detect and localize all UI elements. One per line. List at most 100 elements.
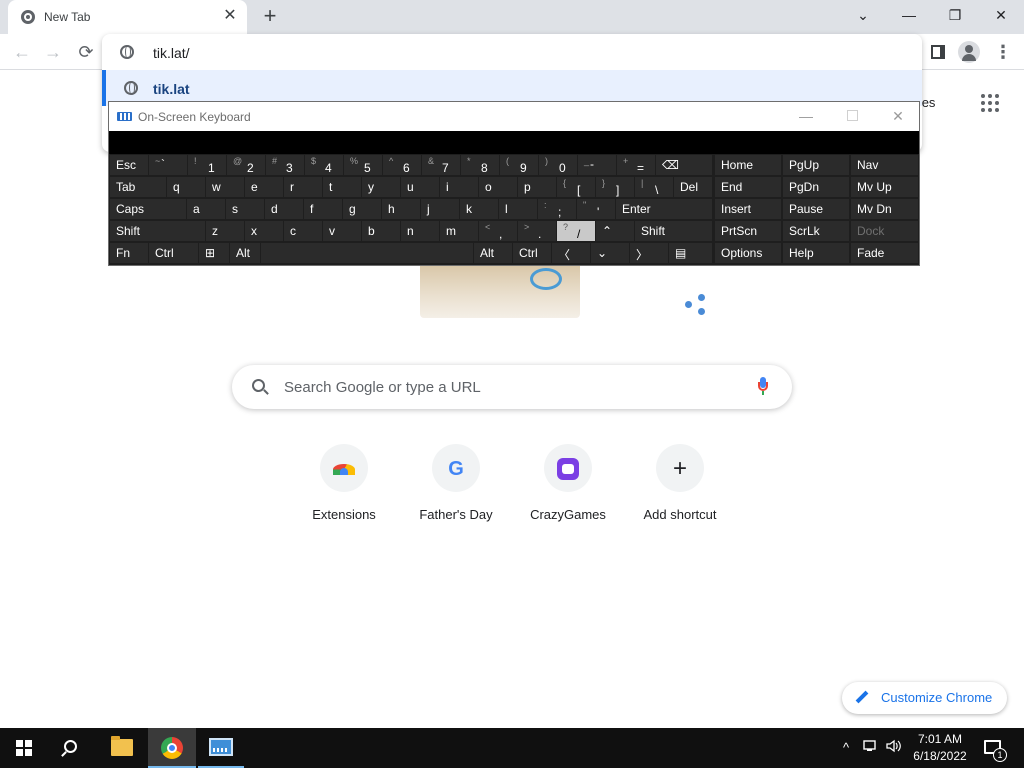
osk-key[interactable]: r — [284, 177, 322, 197]
tab-new-tab[interactable]: New Tab ✕ — [8, 0, 247, 34]
shortcut-fathers-day[interactable]: G Father's Day — [400, 444, 512, 534]
osk-key[interactable]: % 5 — [344, 155, 382, 175]
osk-side-key[interactable]: Help — [783, 243, 849, 263]
osk-side-key[interactable]: Mv Dn — [851, 199, 918, 219]
osk-key[interactable]: Ctrl — [513, 243, 551, 263]
osk-key[interactable]: + = — [617, 155, 655, 175]
osk-key[interactable]: Ctrl — [149, 243, 198, 263]
osk-side-key[interactable]: PgUp — [783, 155, 849, 175]
osk-side-key[interactable]: Options — [715, 243, 781, 263]
back-button[interactable]: ← — [9, 40, 35, 64]
osk-key[interactable]: ⌫ — [656, 155, 712, 175]
osk-key[interactable]: g — [343, 199, 381, 219]
osk-key[interactable]: }] — [596, 177, 634, 197]
osk-key[interactable]: u — [401, 177, 439, 197]
google-doodle[interactable] — [330, 262, 710, 322]
osk-key[interactable]: k — [460, 199, 498, 219]
osk-key[interactable]: m — [440, 221, 478, 241]
minimize-button[interactable]: — — [886, 0, 932, 30]
new-tab-button[interactable]: + — [259, 5, 281, 27]
osk-side-key[interactable]: End — [715, 177, 781, 197]
osk-key[interactable] — [261, 243, 473, 263]
osk-key[interactable]: l — [499, 199, 537, 219]
osk-key[interactable]: z — [206, 221, 244, 241]
osk-key[interactable]: ^ 6 — [383, 155, 421, 175]
search-tabs-button[interactable]: ⌄ — [840, 0, 886, 30]
osk-key[interactable]: ▤ — [669, 243, 712, 263]
chrome-menu-icon[interactable]: ⋮ — [992, 42, 1014, 62]
osk-key[interactable]: s — [226, 199, 264, 219]
osk-key[interactable]: Alt — [474, 243, 512, 263]
osk-key[interactable]: #3 — [266, 155, 304, 175]
osk-key[interactable]: {[ — [557, 177, 595, 197]
osk-side-key[interactable]: PrtScn — [715, 221, 781, 241]
osk-key[interactable]: ⊞ — [199, 243, 229, 263]
profile-avatar-icon[interactable] — [958, 41, 980, 63]
omnibox-input[interactable]: tik.lat/ — [153, 45, 190, 61]
shortcut-crazygames[interactable]: CrazyGames — [512, 444, 624, 534]
osk-side-key[interactable]: Nav — [851, 155, 918, 175]
taskbar-clock[interactable]: 7:01 AM 6/18/2022 — [904, 731, 976, 765]
osk-key[interactable]: ! 1 — [188, 155, 226, 175]
osk-key[interactable]: o — [479, 177, 517, 197]
shortcut-extensions[interactable]: Extensions — [288, 444, 400, 534]
osk-key[interactable]: x — [245, 221, 283, 241]
osk-key[interactable]: w — [206, 177, 244, 197]
customize-chrome-button[interactable]: Customize Chrome — [842, 682, 1007, 714]
osk-key[interactable]: <, — [479, 221, 517, 241]
share-doodle-icon[interactable] — [685, 294, 707, 316]
osk-key[interactable]: ⌄ — [591, 243, 629, 263]
search-box[interactable] — [232, 365, 792, 409]
osk-key[interactable]: ? / — [557, 221, 595, 241]
osk-key[interactable]: Enter — [616, 199, 712, 219]
osk-side-key[interactable]: Fade — [851, 243, 918, 263]
osk-key[interactable]: Alt — [230, 243, 260, 263]
osk-key[interactable]: 〈 — [552, 243, 590, 263]
osk-close-button[interactable]: ✕ — [883, 107, 913, 125]
osk-key[interactable]: a — [187, 199, 225, 219]
taskbar-osk-button[interactable] — [198, 728, 244, 768]
osk-key[interactable]: j — [421, 199, 459, 219]
osk-key[interactable]: Shift — [635, 221, 712, 241]
windows-start-icon[interactable] — [16, 740, 32, 756]
osk-key[interactable]: * 8 — [461, 155, 499, 175]
osk-key[interactable]: | \ — [635, 177, 673, 197]
network-icon[interactable] — [862, 739, 880, 757]
osk-key[interactable]: $4 — [305, 155, 343, 175]
osk-key[interactable]: " ' — [577, 199, 615, 219]
voice-search-icon[interactable] — [757, 377, 769, 397]
osk-key[interactable]: (9 — [500, 155, 538, 175]
taskbar-chrome-button[interactable] — [148, 728, 196, 768]
osk-minimize-button[interactable]: — — [791, 107, 821, 125]
forward-button[interactable]: → — [40, 40, 66, 64]
osk-key[interactable]: b — [362, 221, 400, 241]
restore-button[interactable]: ❐ — [932, 0, 978, 30]
osk-key[interactable]: t — [323, 177, 361, 197]
osk-key[interactable]: y — [362, 177, 400, 197]
tray-chevron-icon[interactable]: ^ — [838, 739, 854, 757]
osk-key[interactable]: ) 0 — [539, 155, 577, 175]
osk-key[interactable]: Tab — [110, 177, 166, 197]
osk-key[interactable]: n — [401, 221, 439, 241]
osk-side-key[interactable]: ScrLk — [783, 221, 849, 241]
tab-close-icon[interactable]: ✕ — [221, 7, 239, 25]
osk-key[interactable]: 〉 — [630, 243, 668, 263]
osk-key[interactable]: Esc — [110, 155, 148, 175]
osk-key[interactable]: Caps — [110, 199, 186, 219]
osk-key[interactable]: q — [167, 177, 205, 197]
osk-side-key[interactable]: Pause — [783, 199, 849, 219]
osk-key[interactable]: f — [304, 199, 342, 219]
shortcut-add[interactable]: + Add shortcut — [624, 444, 736, 534]
close-window-button[interactable]: ✕ — [978, 0, 1024, 30]
osk-key[interactable]: Shift — [110, 221, 205, 241]
file-explorer-icon[interactable] — [111, 736, 133, 756]
osk-key[interactable]: e — [245, 177, 283, 197]
osk-key[interactable]: v — [323, 221, 361, 241]
osk-key[interactable]: ~ ` — [149, 155, 187, 175]
osk-key[interactable]: >. — [518, 221, 556, 241]
osk-key[interactable]: _ - — [578, 155, 616, 175]
osk-key[interactable]: d — [265, 199, 303, 219]
google-apps-icon[interactable] — [981, 94, 999, 112]
osk-key[interactable]: h — [382, 199, 420, 219]
osk-side-key[interactable]: Mv Up — [851, 177, 918, 197]
